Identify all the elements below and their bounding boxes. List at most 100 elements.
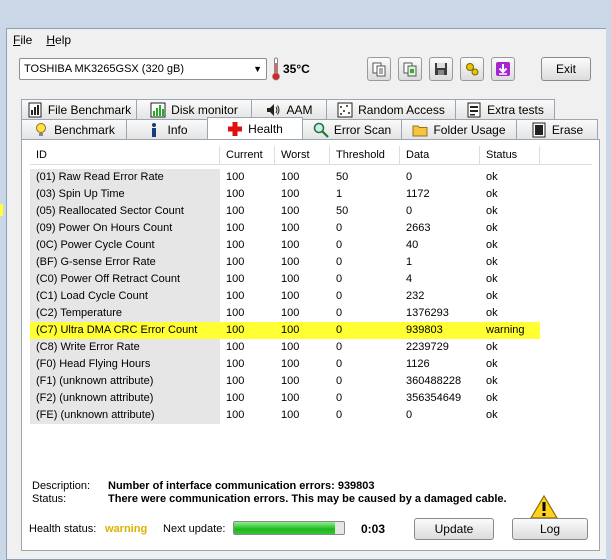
table-row[interactable]: (FE) (unknown attribute) 100 100 0 0 ok [30,407,592,424]
table-row[interactable]: (F1) (unknown attribute) 100 100 0 360488228… [30,373,592,390]
cell-threshold: 0 [336,222,343,234]
status-value: There were communication errors. This ma… [108,493,507,505]
update-button[interactable]: Update [414,518,494,540]
cell-data: 1172 [406,188,430,200]
copy-text-button[interactable] [367,57,391,81]
cell-threshold: 0 [336,239,343,251]
cell-data: 1126 [406,358,430,370]
download-button[interactable] [491,57,515,81]
cell-worst: 100 [281,392,300,404]
cell-status: ok [486,358,498,370]
cell-threshold: 0 [336,256,343,268]
cell-status: ok [486,256,498,268]
drive-select[interactable]: TOSHIBA MK3265GSX (320 gB) ▼ [19,58,267,80]
cell-data: 0 [406,409,413,421]
cell-id: (F1) (unknown attribute) [30,373,220,390]
cell-data: 2239729 [406,341,449,353]
row-highlight-edge [0,204,3,216]
status-label: Status: [32,493,67,505]
table-row[interactable]: (C2) Temperature 100 100 0 1376293 ok [30,305,592,322]
cell-data: 0 [406,171,413,183]
tab-disk-monitor[interactable]: Disk monitor [136,99,252,119]
download-icon [496,62,510,76]
cell-current: 100 [226,256,245,268]
health-cross-icon [227,121,243,137]
cell-id: (BF) G-sense Error Rate [30,254,220,271]
table-row[interactable]: (05) Reallocated Sector Count 100 100 50 0 ok [30,203,592,220]
options-button[interactable] [460,57,484,81]
folder-icon [412,122,428,138]
cell-id: (09) Power On Hours Count [30,220,220,237]
cell-data: 360488228 [406,375,462,387]
menu-bar: File Help [7,29,607,51]
table-row[interactable]: (0C) Power Cycle Count 100 100 0 40 ok [30,237,592,254]
table-row[interactable]: (F0) Head Flying Hours 100 100 0 1126 ok [30,356,592,373]
tab-aam[interactable]: AAM [251,99,327,119]
column-header-current[interactable]: Current [220,146,275,164]
cell-worst: 100 [281,375,300,387]
cell-status: warning [480,322,540,339]
cell-threshold: 0 [336,273,343,285]
cell-threshold: 0 [336,392,343,404]
progress-fill [234,522,336,534]
column-header-id[interactable]: ID [30,146,220,164]
cell-id: (C7) Ultra DMA CRC Error Count [30,322,220,339]
save-button[interactable] [429,57,453,81]
table-row[interactable]: (C7) Ultra DMA CRC Error Count 100 100 0 939… [30,322,592,339]
cell-id: (01) Raw Read Error Rate [30,169,220,186]
description-label: Description: [32,480,91,492]
table-row[interactable]: (01) Raw Read Error Rate 100 100 50 0 ok [30,169,592,186]
table-row[interactable]: (09) Power On Hours Count 100 100 0 2663 ok [30,220,592,237]
cell-id: (FE) (unknown attribute) [30,407,220,424]
main-window: File Help TOSHIBA MK3265GSX (320 gB) ▼ 3… [6,28,606,560]
tab-erase[interactable]: Erase [516,119,598,139]
smart-attributes-table[interactable]: ID Current Worst Threshold Data Status (… [30,146,592,424]
tab-folder-usage[interactable]: Folder Usage [401,119,517,139]
cell-status: ok [486,409,498,421]
cell-status: ok [486,375,498,387]
tab-error-scan[interactable]: Error Scan [302,119,402,139]
column-header-status[interactable]: Status [480,146,540,164]
table-row[interactable]: (C0) Power Off Retract Count 100 100 0 4 ok [30,271,592,288]
health-status-label: Health status: [29,523,97,535]
cell-id: (03) Spin Up Time [30,186,220,203]
copy-info-icon [403,62,417,77]
tab-benchmark[interactable]: Benchmark [21,119,127,139]
table-header: ID Current Worst Threshold Data Status [30,146,592,165]
log-button[interactable]: Log [512,518,588,540]
cell-status: ok [486,290,498,302]
cell-current: 100 [226,171,245,183]
exit-button[interactable]: Exit [541,57,591,81]
column-header-threshold[interactable]: Threshold [330,146,400,164]
column-header-data[interactable]: Data [400,146,480,164]
tab-file-benchmark[interactable]: File Benchmark [21,99,137,119]
next-update-label: Next update: [163,523,226,535]
cell-worst: 100 [281,307,300,319]
cell-worst: 100 [281,188,300,200]
tab-info[interactable]: Info [126,119,208,139]
cell-status: ok [486,341,498,353]
cell-threshold: 0 [330,322,400,339]
table-row[interactable]: (C8) Write Error Rate 100 100 0 2239729 ok [30,339,592,356]
menu-help[interactable]: Help [46,33,71,47]
cell-current: 100 [226,273,245,285]
random-access-icon [337,102,353,118]
table-row[interactable]: (F2) (unknown attribute) 100 100 0 356354649… [30,390,592,407]
cell-current: 100 [220,322,275,339]
copy-text-icon [372,62,386,77]
table-row[interactable]: (BF) G-sense Error Rate 100 100 0 1 ok [30,254,592,271]
column-header-worst[interactable]: Worst [275,146,330,164]
tab-random-access[interactable]: Random Access [326,99,456,119]
tab-health[interactable]: Health [207,117,303,139]
cell-worst: 100 [281,239,300,251]
chevron-down-icon: ▼ [253,64,262,74]
update-progress-bar [233,521,345,535]
menu-file[interactable]: File [13,33,32,47]
copy-info-button[interactable] [398,57,422,81]
cell-data: 232 [406,290,425,302]
erase-icon [531,122,547,138]
table-row[interactable]: (03) Spin Up Time 100 100 1 1172 ok [30,186,592,203]
tab-extra-tests[interactable]: Extra tests [455,99,555,119]
table-row[interactable]: (C1) Load Cycle Count 100 100 0 232 ok [30,288,592,305]
cell-id: (F2) (unknown attribute) [30,390,220,407]
